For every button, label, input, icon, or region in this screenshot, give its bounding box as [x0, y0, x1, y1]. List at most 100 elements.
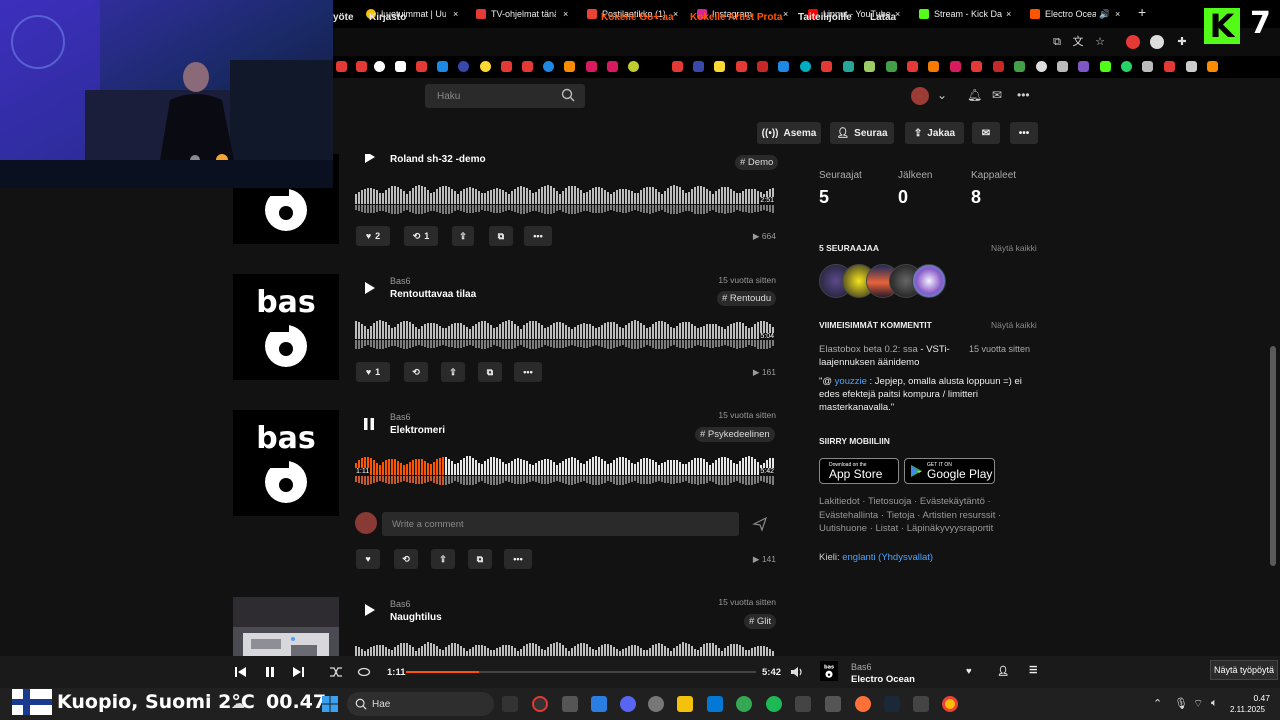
copy-button[interactable]: ⧉ [478, 362, 502, 382]
bookmark-icon[interactable] [336, 61, 347, 72]
app-icon[interactable] [562, 696, 578, 712]
share-button[interactable]: ⇪ Jakaa [905, 122, 964, 144]
copy-button[interactable]: ⧉ [468, 549, 492, 569]
track-tag[interactable]: # Rentoudu [717, 291, 777, 306]
like-button[interactable]: ♥ 2 [356, 226, 390, 246]
bookmark-icon[interactable] [778, 61, 789, 72]
repost-button[interactable]: ⟲ [404, 362, 428, 382]
edge-icon[interactable] [736, 696, 752, 712]
speaker-icon[interactable]: 🔊 [1099, 5, 1109, 23]
mail-icon[interactable]: ✉ [992, 88, 1002, 102]
repost-button[interactable]: ⟲ 1 [404, 226, 438, 246]
system-time[interactable]: 0.47 [1250, 693, 1270, 703]
bookmark-icon[interactable] [971, 61, 982, 72]
message-button[interactable]: ✉ [972, 122, 1000, 144]
comment-user-link[interactable]: youzzie [835, 376, 867, 387]
nav-for-artists[interactable]: Taiteilijoille [798, 12, 852, 23]
bookmark-icon[interactable] [672, 61, 683, 72]
close-icon[interactable]: × [1115, 5, 1123, 23]
follow-button[interactable]: 👤︎ Seuraa [830, 122, 894, 144]
footer-link[interactable]: Evästekäytäntö [920, 496, 985, 507]
bookmark-icon[interactable] [1207, 61, 1218, 72]
share-button[interactable]: ⇪ [441, 362, 465, 382]
bookmark-icon[interactable] [1164, 61, 1175, 72]
app-icon[interactable] [591, 696, 607, 712]
track-tag[interactable]: # Demo [735, 155, 779, 170]
waveform[interactable] [355, 177, 775, 219]
puzzle-icon[interactable]: ✚ [1175, 35, 1189, 49]
stat-followers-value[interactable]: 5 [819, 187, 829, 208]
track-artwork[interactable]: bas [233, 274, 339, 380]
bookmark-icon[interactable] [1036, 61, 1047, 72]
tab-tv-ohjelmat[interactable]: TV-ohjelmat tänä [476, 5, 556, 23]
windows-start-icon[interactable] [322, 696, 338, 712]
track-artist[interactable]: Bas6 [390, 412, 411, 422]
bookmark-icon[interactable] [480, 61, 491, 72]
bookmark-icon[interactable] [437, 61, 448, 72]
followers-heading[interactable]: 5 SEURAAJAA [819, 243, 879, 253]
translate-icon[interactable]: 文 [1071, 35, 1085, 49]
firefox-icon[interactable] [855, 696, 871, 712]
track-title[interactable]: Rentouttavaa tilaa [390, 289, 476, 300]
follower-avatar[interactable] [912, 264, 946, 298]
system-date[interactable]: 2.11.2025 [1230, 705, 1265, 714]
close-icon[interactable]: × [783, 5, 791, 23]
install-icon[interactable]: ⧉ [1050, 35, 1064, 49]
spotify-icon[interactable] [766, 696, 782, 712]
play-icon[interactable] [360, 279, 378, 297]
folder-icon[interactable] [677, 696, 693, 712]
settings-icon[interactable] [648, 696, 664, 712]
bookmark-icon[interactable] [1186, 61, 1197, 72]
waveform[interactable] [355, 448, 775, 490]
track-title[interactable]: Elektromeri [390, 425, 445, 436]
track-artist[interactable]: Bas6 [390, 599, 411, 609]
bookmark-icon[interactable] [1057, 61, 1068, 72]
bookmark-icon[interactable] [1078, 61, 1089, 72]
audio-app-icon[interactable] [502, 696, 518, 712]
close-icon[interactable]: × [673, 5, 681, 23]
footer-link[interactable]: Artistien resurssit [923, 510, 996, 521]
footer-link[interactable]: Läpinäkyvyysraportit [907, 523, 994, 534]
track-artwork[interactable] [233, 597, 339, 656]
bookmark-icon[interactable] [714, 61, 725, 72]
shuffle-icon[interactable] [328, 664, 344, 680]
footer-link[interactable]: Tietosuoja [868, 496, 911, 507]
bookmark-icon[interactable] [607, 61, 618, 72]
weather-location[interactable]: Kuopio, Suomi 2°C [57, 691, 255, 713]
star-icon[interactable]: ☆ [1093, 35, 1107, 49]
repost-button[interactable]: ⟲ [394, 549, 418, 569]
bookmark-icon[interactable] [843, 61, 854, 72]
bookmark-icon[interactable] [586, 61, 597, 72]
follow-icon[interactable]: 👤︎ [997, 666, 1009, 677]
bookmark-icon[interactable] [1121, 61, 1132, 72]
tab-electro-ocean[interactable]: Electro Ocea [1030, 5, 1096, 23]
like-button[interactable]: ♥ [356, 549, 380, 569]
bookmark-icon[interactable] [950, 61, 961, 72]
bookmark-icon[interactable] [1142, 61, 1153, 72]
search-input[interactable]: Haku [425, 84, 585, 108]
bookmark-icon[interactable] [564, 61, 575, 72]
bookmark-icon[interactable] [1100, 61, 1111, 72]
waveform[interactable] [355, 312, 775, 354]
extension-icon[interactable] [1126, 35, 1140, 49]
wifi-icon[interactable]: ⌔ [1193, 697, 1203, 711]
microphone-icon[interactable]: 🎙︎ [1174, 697, 1188, 710]
search-icon[interactable] [561, 88, 575, 102]
chevron-up-icon[interactable]: ⌃ [1153, 697, 1162, 710]
volume-icon[interactable]: 🔈︎ [1211, 697, 1218, 710]
repeat-icon[interactable] [356, 664, 372, 680]
track-tag[interactable]: # Psykedeelinen [695, 427, 775, 442]
play-icon[interactable] [360, 154, 378, 166]
footer-link[interactable]: Listat [876, 523, 899, 534]
heart-icon[interactable]: ♥ [966, 666, 972, 677]
send-icon[interactable] [752, 516, 768, 532]
bookmark-icon[interactable] [395, 61, 406, 72]
new-tab-button[interactable]: + [1138, 4, 1146, 20]
tab-kick[interactable]: Stream - Kick Da [919, 5, 1003, 23]
station-button[interactable]: ((•)) Asema [757, 122, 821, 144]
like-button[interactable]: ♥ 1 [356, 362, 390, 382]
comment-source[interactable]: Elastobox beta 0.2: ssa - VSTi- laajennu… [819, 343, 964, 369]
show-all-comments-link[interactable]: Näytä kaikki [991, 320, 1037, 330]
bookmark-icon[interactable] [736, 61, 747, 72]
language-link[interactable]: englanti (Yhdysvallat) [842, 552, 933, 563]
